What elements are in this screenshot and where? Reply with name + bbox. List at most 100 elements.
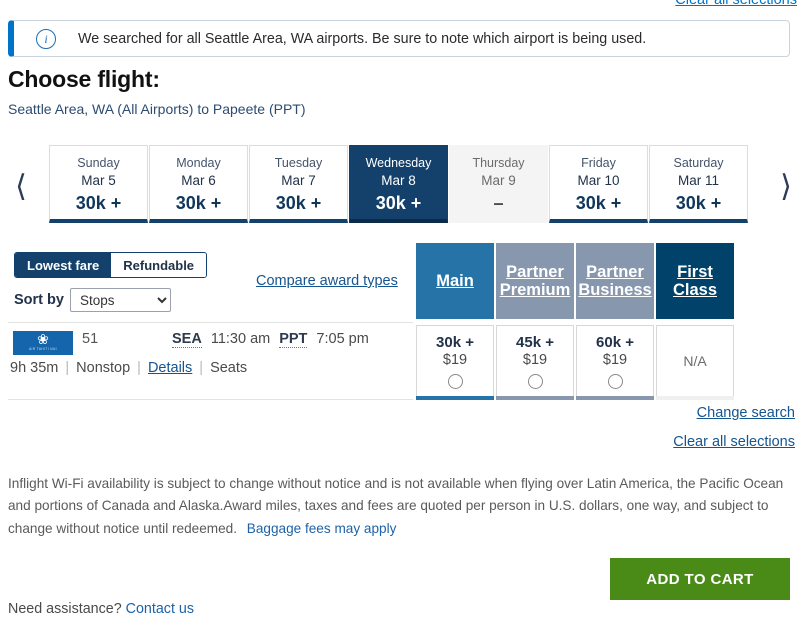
- date-tiles: Sunday Mar 5 30k + Monday Mar 6 30k + Tuesday M…: [49, 145, 760, 223]
- fare-radio-button[interactable]: [607, 373, 623, 389]
- fare-cell-accent-bar: [416, 396, 494, 400]
- route-summary: Seattle Area, WA (All Airports) to Papee…: [8, 101, 306, 117]
- meta-divider: |: [199, 360, 204, 376]
- date-tile-weekday: Saturday: [673, 156, 724, 170]
- page-title: Choose flight:: [8, 66, 160, 92]
- fare-column-header-main[interactable]: Main: [416, 243, 494, 319]
- fare-radio-button[interactable]: [447, 373, 463, 389]
- date-tile-price: 30k +: [175, 193, 222, 214]
- baggage-fees-link[interactable]: Baggage fees may apply: [247, 521, 397, 536]
- date-tile-price: 30k +: [275, 193, 322, 214]
- date-tile-date: Mar 10: [577, 172, 620, 188]
- date-tile-date: Mar 11: [677, 172, 719, 188]
- date-tile-mar-7[interactable]: Tuesday Mar 7 30k +: [249, 145, 348, 223]
- air-tahiti-nui-logo: ❀ AIR TAHITI NUI: [13, 331, 73, 355]
- info-banner: i We searched for all Seattle Area, WA a…: [8, 20, 790, 57]
- fare-miles: 60k +: [596, 333, 634, 351]
- fare-column-header-partner-business[interactable]: Partner Business: [576, 243, 654, 319]
- toggle-lowest-fare[interactable]: Lowest fare: [15, 253, 112, 277]
- toggle-refundable[interactable]: Refundable: [111, 253, 207, 277]
- date-tile-mar-10[interactable]: Friday Mar 10 30k +: [549, 145, 648, 223]
- date-tile-price: 30k +: [675, 193, 722, 214]
- flight-details-link[interactable]: Details: [148, 360, 192, 376]
- flight-duration: 9h 35m: [10, 360, 59, 376]
- origin-code: SEA: [172, 331, 202, 348]
- sort-by-select[interactable]: Stops: [69, 288, 171, 312]
- fare-type-toggle[interactable]: Lowest fare Refundable: [14, 252, 208, 278]
- fare-header-line1: Partner: [586, 262, 644, 281]
- fare-price: $19: [602, 351, 628, 368]
- date-tile-mar-8[interactable]: Wednesday Mar 8 30k +: [349, 145, 448, 223]
- fare-cell-1[interactable]: 45k + $19: [496, 325, 574, 400]
- date-tile-price: 30k +: [575, 193, 622, 214]
- fare-price: $19: [442, 351, 468, 368]
- chevron-left-icon[interactable]: ⟨: [6, 167, 36, 207]
- flight-meta: 9h 35m | Nonstop | Details | Seats: [10, 360, 247, 376]
- sort-by-label: Sort by: [14, 292, 64, 308]
- date-tile-date: Mar 7: [281, 172, 316, 188]
- fare-column-header-first-class[interactable]: First Class: [656, 243, 734, 319]
- date-tile-date: Mar 5: [81, 172, 116, 188]
- date-tile-weekday: Thursday: [472, 156, 525, 170]
- date-tile-weekday: Friday: [581, 156, 616, 170]
- date-tile-mar-11[interactable]: Saturday Mar 11 30k +: [649, 145, 748, 223]
- meta-divider: |: [65, 360, 70, 376]
- date-tile-mar-9: Thursday Mar 9 –: [449, 145, 548, 223]
- add-to-cart-button[interactable]: ADD TO CART: [610, 558, 790, 600]
- date-tile-date: Mar 9: [481, 172, 516, 188]
- date-selector: ⟨ ⟩ Sunday Mar 5 30k + Monday Mar 6 30k + Tues…: [0, 140, 807, 235]
- flight-stops: Nonstop: [76, 360, 131, 376]
- fare-price: $19: [522, 351, 548, 368]
- date-tile-weekday: Monday: [176, 156, 221, 170]
- date-tile-date: Mar 6: [181, 172, 216, 188]
- fare-header-line1: Main: [436, 271, 474, 290]
- fare-cell-3: N/A: [656, 325, 734, 400]
- flight-times: SEA 11:30 am PPT 7:05 pm: [172, 331, 369, 348]
- flight-row-divider-top: [8, 322, 413, 323]
- flight-seats-link[interactable]: Seats: [210, 360, 247, 376]
- fare-header-line1: Partner: [506, 262, 564, 281]
- destination-code: PPT: [279, 331, 308, 348]
- date-tile-date: Mar 8: [381, 172, 416, 188]
- change-search-link[interactable]: Change search: [697, 405, 795, 421]
- date-tile-mar-6[interactable]: Monday Mar 6 30k +: [149, 145, 248, 223]
- clear-all-selections-link[interactable]: Clear all selections: [673, 434, 795, 450]
- fare-cell-accent-bar: [496, 396, 574, 400]
- compare-award-types-link[interactable]: Compare award types: [256, 273, 398, 289]
- date-tile-weekday: Wednesday: [365, 156, 432, 170]
- tiare-flower-icon: ❀: [37, 332, 49, 348]
- fare-cell-2[interactable]: 60k + $19: [576, 325, 654, 400]
- depart-time: 11:30 am: [210, 331, 271, 347]
- flight-row-divider-bottom: [8, 399, 413, 400]
- fare-unavailable: N/A: [683, 353, 707, 369]
- fare-column-headers: Main Partner Premium Partner Business First Cl…: [416, 243, 734, 319]
- info-circle-icon: i: [36, 28, 56, 49]
- top-clear-all-selections-link[interactable]: Clear all selections: [675, 0, 797, 7]
- date-tile-weekday: Tuesday: [274, 156, 323, 170]
- date-tile-price: 30k +: [75, 193, 122, 214]
- date-tile-price: 30k +: [375, 193, 422, 214]
- fare-header-line2: Business: [578, 281, 652, 299]
- fare-cell-0[interactable]: 30k + $19: [416, 325, 494, 400]
- fare-header-line2: Class: [672, 281, 718, 299]
- fare-cell-accent-bar: [656, 396, 734, 400]
- date-tile-mar-5[interactable]: Sunday Mar 5 30k +: [49, 145, 148, 223]
- meta-divider: |: [137, 360, 141, 376]
- date-tile-weekday: Sunday: [77, 156, 120, 170]
- disclaimer: Inflight Wi-Fi availability is subject t…: [8, 473, 788, 540]
- date-tile-price: –: [493, 193, 504, 214]
- sort-row: Sort by Stops: [14, 288, 171, 312]
- fare-option-cells: 30k + $19 45k + $19 60k + $19 N/A: [416, 325, 734, 400]
- fare-radio-button[interactable]: [527, 373, 543, 389]
- flight-number: 51: [82, 331, 99, 347]
- fare-column-header-partner-premium[interactable]: Partner Premium: [496, 243, 574, 319]
- arrive-time: 7:05 pm: [316, 331, 369, 347]
- fare-header-line2: Premium: [499, 281, 571, 299]
- top-clear-all-selections[interactable]: Clear all selections: [675, 0, 797, 7]
- logo-wordmark: AIR TAHITI NUI: [29, 347, 57, 351]
- fare-header-line1: First: [677, 262, 713, 281]
- chevron-right-icon[interactable]: ⟩: [771, 167, 801, 207]
- fare-miles: 30k +: [436, 333, 474, 351]
- fare-miles: 45k +: [516, 333, 554, 351]
- info-banner-text: We searched for all Seattle Area, WA air…: [78, 30, 647, 47]
